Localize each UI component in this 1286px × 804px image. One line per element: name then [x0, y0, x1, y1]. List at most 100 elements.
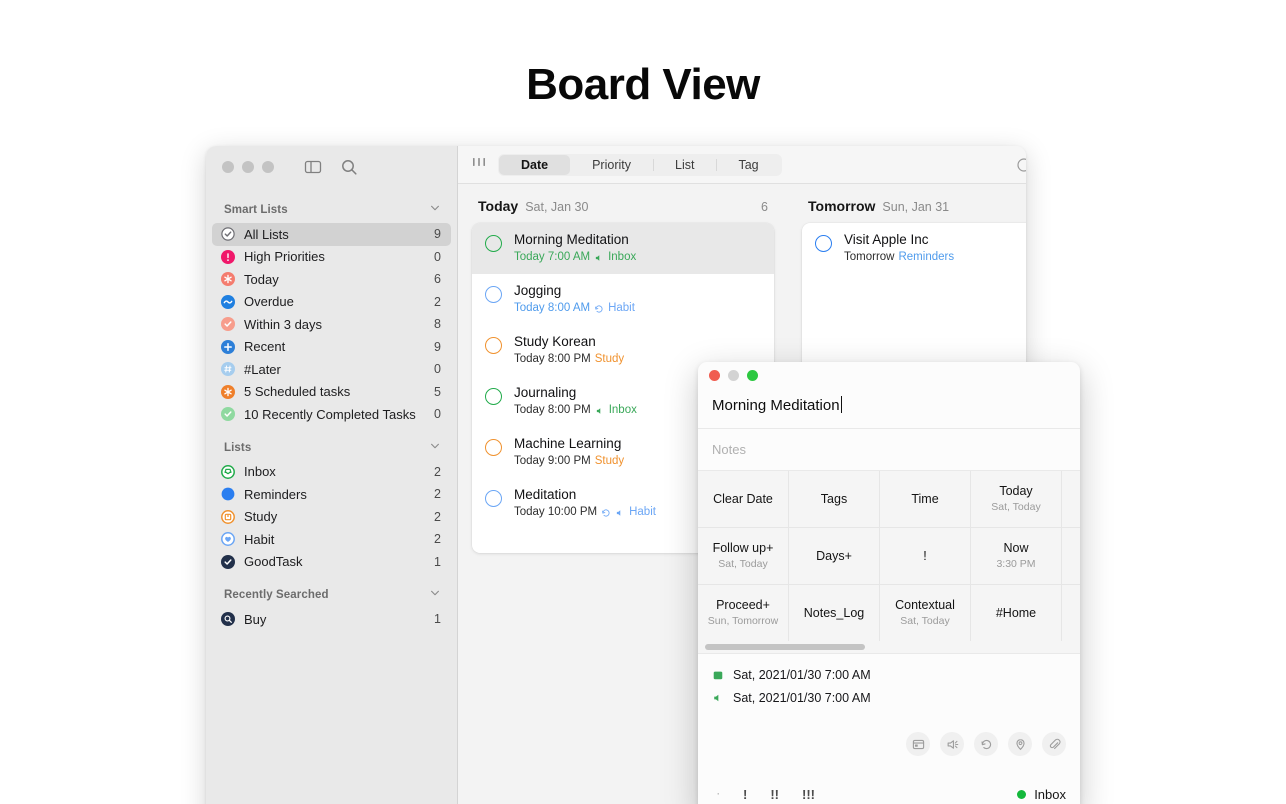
quick-action-button-partial[interactable]	[1062, 471, 1080, 527]
tab-tag[interactable]: Tag	[716, 155, 780, 175]
filled-circle-icon	[221, 487, 235, 501]
task-date-row[interactable]: Sat, 2021/01/30 7:00 AM	[712, 668, 1066, 682]
sidebar-item-count: 2	[434, 532, 441, 546]
priority-option-3[interactable]: !!!	[802, 787, 815, 802]
close-button[interactable]	[222, 161, 234, 173]
sidebar-section-header[interactable]: Lists	[206, 435, 457, 461]
tab-priority[interactable]: Priority	[570, 155, 653, 175]
quick-action-button[interactable]: Notes_Log	[789, 585, 880, 641]
sidebar-item-study[interactable]: Study2	[212, 506, 451, 529]
sidebar-item-today[interactable]: Today6	[212, 268, 451, 291]
sidebar-item-overdue[interactable]: Overdue 2	[212, 291, 451, 314]
quick-action-button[interactable]: Clear Date	[698, 471, 789, 527]
quick-action-button[interactable]: TodaySat, Today	[971, 471, 1062, 527]
sidebar-section-header[interactable]: Smart Lists	[206, 197, 457, 223]
task-title: Visit Apple Inc	[844, 232, 1026, 248]
task-complete-checkbox[interactable]	[485, 388, 502, 405]
view-mode-segmented-control[interactable]: DatePriorityListTag	[498, 154, 782, 176]
quick-action-label: Today	[999, 484, 1032, 499]
popup-zoom-button[interactable]	[747, 370, 758, 381]
repeat-icon[interactable]	[974, 732, 998, 756]
quick-action-button[interactable]: ContextualSat, Today	[880, 585, 971, 641]
speaker-icon[interactable]	[940, 732, 964, 756]
popup-close-button[interactable]	[709, 370, 720, 381]
task-complete-checkbox[interactable]	[485, 439, 502, 456]
sidebar-item-10-recently-completed-tasks[interactable]: 10 Recently Completed Tasks0	[212, 403, 451, 426]
quick-action-button[interactable]: Time	[880, 471, 971, 527]
quick-actions-scrollbar[interactable]	[698, 641, 1080, 654]
minimize-button[interactable]	[242, 161, 254, 173]
quick-action-button-partial[interactable]	[1062, 585, 1080, 641]
sidebar-item-buy[interactable]: Buy1	[212, 608, 451, 631]
wave-circle-icon	[221, 295, 235, 309]
task-due-time: Today 8:00 AM	[514, 301, 590, 316]
quick-action-button[interactable]: #Home	[971, 585, 1062, 641]
sidebar-section-header[interactable]: Recently Searched	[206, 582, 457, 608]
sidebar-item-reminders[interactable]: Reminders2	[212, 483, 451, 506]
task-complete-checkbox[interactable]	[485, 286, 502, 303]
sidebar-item-inbox[interactable]: Inbox2	[212, 461, 451, 484]
task-row[interactable]: Visit Apple IncTomorrowReminders	[802, 223, 1026, 274]
calendar-icon[interactable]	[906, 732, 930, 756]
popup-minimize-button[interactable]	[728, 370, 739, 381]
circle-icon[interactable]	[1016, 157, 1026, 173]
chevron-down-icon[interactable]	[429, 586, 441, 604]
list-circle-icon	[221, 510, 235, 524]
board-columns-icon[interactable]	[472, 155, 498, 174]
search-icon[interactable]	[340, 158, 358, 176]
scrollbar-thumb[interactable]	[705, 644, 865, 650]
sidebar-item-habit[interactable]: Habit2	[212, 528, 451, 551]
priority-selector[interactable]: ·!!!!!!	[712, 787, 815, 802]
quick-action-label: Time	[911, 492, 938, 507]
sidebar-item-label: Inbox	[244, 464, 428, 479]
quick-action-sublabel: 3:30 PM	[996, 558, 1035, 571]
tab-date[interactable]: Date	[499, 155, 570, 175]
task-row[interactable]: JoggingToday 8:00 AMHabit	[472, 274, 774, 325]
quick-action-button[interactable]: Tags	[789, 471, 880, 527]
sidebar-item-later[interactable]: #Later0	[212, 358, 451, 381]
quick-action-button-partial[interactable]	[1062, 528, 1080, 584]
quick-action-button[interactable]: Proceed+Sun, Tomorrow	[698, 585, 789, 641]
task-row[interactable]: Morning MeditationToday 7:00 AMInbox	[472, 223, 774, 274]
quick-action-button[interactable]: Now3:30 PM	[971, 528, 1062, 584]
sidebar-item-label: 5 Scheduled tasks	[244, 384, 428, 399]
notes-input[interactable]: Notes	[698, 429, 1080, 471]
quick-action-button[interactable]: !	[880, 528, 971, 584]
sidebar-toggle-icon[interactable]	[304, 158, 322, 176]
attachment-icon[interactable]	[1042, 732, 1066, 756]
priority-option-2[interactable]: !!	[770, 787, 779, 802]
sidebar-item-label: Within 3 days	[244, 317, 428, 332]
check-circle-icon	[221, 317, 235, 331]
sidebar-item-count: 5	[434, 385, 441, 399]
task-complete-checkbox[interactable]	[485, 235, 502, 252]
sidebar-item-all-lists[interactable]: All Lists9	[212, 223, 451, 246]
chevron-down-icon[interactable]	[429, 439, 441, 457]
tab-list[interactable]: List	[653, 155, 716, 175]
sidebar-item-high-priorities[interactable]: High Priorities0	[212, 246, 451, 269]
sidebar-item-within-3-days[interactable]: Within 3 days8	[212, 313, 451, 336]
location-icon[interactable]	[1008, 732, 1032, 756]
sidebar-item-count: 2	[434, 295, 441, 309]
priority-option-1[interactable]: !	[743, 787, 747, 802]
column-count: 6	[761, 200, 768, 214]
sidebar-item-recent[interactable]: Recent9	[212, 336, 451, 359]
asterisk-circle-icon	[221, 385, 235, 399]
quick-action-button[interactable]: Days+	[789, 528, 880, 584]
priority-option-0[interactable]: ·	[717, 789, 720, 799]
speaker-icon	[615, 508, 625, 518]
task-complete-checkbox[interactable]	[815, 235, 832, 252]
quick-action-button[interactable]: Follow up+Sat, Today	[698, 528, 789, 584]
task-complete-checkbox[interactable]	[485, 337, 502, 354]
sidebar-item-goodtask[interactable]: GoodTask1	[212, 551, 451, 574]
task-list-indicator[interactable]: Inbox	[1017, 787, 1066, 802]
quick-action-label: Tags	[821, 492, 847, 507]
chevron-down-icon[interactable]	[429, 201, 441, 219]
sidebar-item-label: Overdue	[244, 294, 428, 309]
zoom-button[interactable]	[262, 161, 274, 173]
task-date-row[interactable]: Sat, 2021/01/30 7:00 AM	[712, 691, 1066, 705]
sidebar-item-5-scheduled-tasks[interactable]: 5 Scheduled tasks 5	[212, 381, 451, 404]
task-complete-checkbox[interactable]	[485, 490, 502, 507]
speaker-icon	[712, 692, 733, 704]
task-title-input[interactable]: Morning Meditation	[712, 397, 840, 414]
sidebar-item-count: 1	[434, 555, 441, 569]
